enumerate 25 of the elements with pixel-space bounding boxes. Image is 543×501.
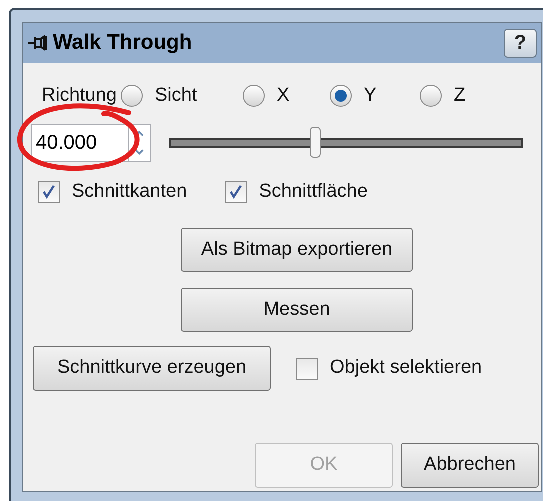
- checkbox[interactable]: [225, 180, 248, 203]
- checkmark-icon: [228, 184, 244, 200]
- radio-label: Y: [364, 84, 377, 108]
- checkbox[interactable]: [296, 358, 318, 380]
- radio-label: Z: [454, 84, 466, 108]
- number-field[interactable]: 40.000: [31, 124, 128, 162]
- checkbox-label: Objekt selektieren: [330, 356, 482, 380]
- help-button[interactable]: ?: [504, 28, 537, 58]
- checkmark-icon: [41, 184, 57, 200]
- radio-label: Sicht: [155, 84, 198, 108]
- radio-button[interactable]: [330, 85, 352, 108]
- direction-label: Richtung: [42, 84, 117, 108]
- cancel-button[interactable]: Abbrechen: [401, 443, 539, 488]
- measure-button[interactable]: Messen: [181, 288, 413, 332]
- radio-button[interactable]: [121, 85, 143, 108]
- create-curve-button[interactable]: Schnittkurve erzeugen: [33, 346, 271, 391]
- checkbox-label: Schnittfläche: [259, 180, 368, 204]
- window-title: Walk Through: [53, 30, 192, 56]
- checkbox[interactable]: [38, 180, 60, 203]
- radio-button[interactable]: [420, 85, 442, 108]
- radio-label: X: [277, 84, 290, 108]
- radio-button[interactable]: [243, 85, 265, 108]
- slider-thumb[interactable]: [310, 126, 322, 158]
- checkbox-label: Schnittkanten: [72, 180, 188, 204]
- export-bitmap-button[interactable]: Als Bitmap exportieren: [181, 228, 413, 272]
